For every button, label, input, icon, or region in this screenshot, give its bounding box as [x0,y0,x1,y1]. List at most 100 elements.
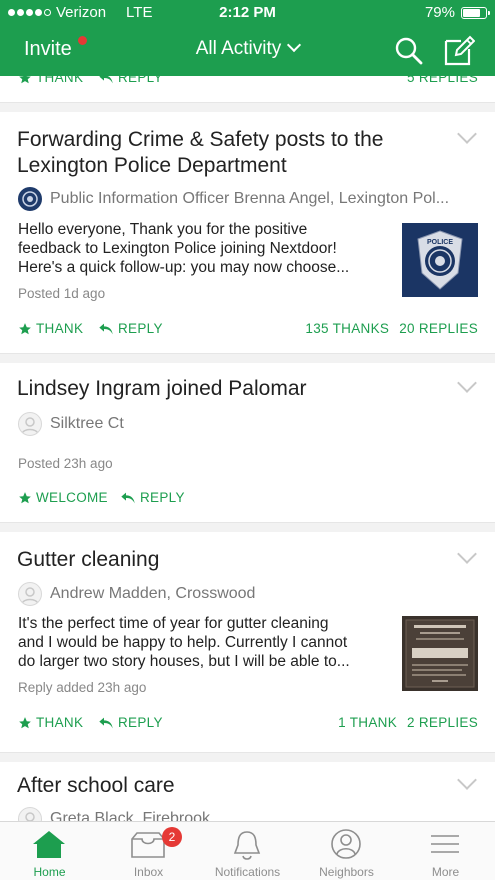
avatar [18,807,42,821]
welcome-label: WELCOME [36,490,108,505]
post-card[interactable]: Gutter cleaning Andrew Madden, Crosswood… [0,534,495,744]
reply-label: REPLY [118,321,163,336]
default-avatar-icon [21,587,39,605]
battery-info: 79% [424,4,490,21]
menu-icon [431,835,459,853]
post-options-chevron-icon[interactable] [457,544,477,564]
tab-notifications[interactable]: Notifications [198,822,297,880]
feed-filter-label: All Activity [195,38,282,59]
post-divider [0,752,495,762]
tab-neighbors[interactable]: Neighbors [297,822,396,880]
search-icon[interactable] [394,36,424,66]
post-title[interactable]: Lindsey Ingram joined Palomar [17,376,437,402]
home-icon [33,831,65,858]
post-card[interactable]: Forwarding Crime & Safety posts to the L… [0,113,495,345]
post-counts: 5 REPLIES [407,76,478,85]
tab-more[interactable]: More [396,822,495,880]
replies-count[interactable]: 20 REPLIES [399,321,478,336]
tab-home[interactable]: Home [0,822,99,880]
replies-count[interactable]: 2 REPLIES [407,715,478,730]
tab-label: Notifications [214,865,281,879]
post-author[interactable]: Public Information Officer Brenna Angel,… [18,187,483,211]
neighbors-icon [331,829,361,859]
default-avatar-icon [25,812,35,821]
tab-label: Inbox [133,865,164,879]
reply-icon [99,323,113,334]
thank-button[interactable]: THANK [18,715,83,730]
reply-button[interactable]: REPLY [98,321,163,336]
status-time: 2:12 PM [219,4,276,21]
post-timestamp: Posted 23h ago [18,456,113,471]
thank-label: THANK [36,76,84,85]
tab-label: Neighbors [319,865,374,879]
post-actions: THANK REPLY 5 REPLIES [18,76,478,90]
chevron-down-icon [287,37,302,53]
post-title[interactable]: After school care [17,773,437,799]
default-avatar-icon [21,417,39,435]
post-options-chevron-icon[interactable] [457,373,477,393]
bottom-tab-bar: Home 2 Inbox Notifications Neighbors Mor… [0,821,495,880]
reply-icon [99,717,113,728]
police-badge-icon [22,191,38,207]
battery-icon [461,6,490,19]
post-image-police-badge[interactable]: POLICE [402,223,478,297]
post-timestamp: Reply added 23h ago [18,680,147,695]
bell-icon [233,831,261,860]
tab-inbox[interactable]: 2 Inbox [99,822,198,880]
tab-label: More [431,865,460,879]
star-icon [19,491,31,503]
battery-percent: 79% [424,4,455,21]
reply-label: REPLY [118,76,163,85]
post-image-flyer[interactable] [402,616,478,691]
post-counts: 1 THANK 2 REPLIES [338,715,478,730]
post-body[interactable]: It's the perfect time of year for gutter… [18,614,393,671]
thank-label: THANK [36,321,84,336]
post-title[interactable]: Gutter cleaning [17,547,437,573]
status-bar: Verizon LTE 2:12 PM 79% [0,0,495,26]
avatar [18,412,42,436]
reply-button[interactable]: REPLY [98,715,163,730]
reply-label: REPLY [118,715,163,730]
post-timestamp: Posted 1d ago [18,286,106,301]
app-header: Verizon LTE 2:12 PM 79% Invite All Activ… [0,0,495,76]
welcome-button[interactable]: WELCOME [18,490,108,505]
post-counts: 135 THANKS 20 REPLIES [305,321,478,336]
post-card[interactable]: After school care Greta Black, Firebrook [0,763,495,821]
post-options-chevron-icon[interactable] [457,770,477,790]
thank-label: THANK [36,715,84,730]
post-actions: THANK REPLY 135 THANKS 20 REPLIES [18,321,478,341]
star-icon [19,322,31,334]
thanks-count[interactable]: 1 THANK [338,715,397,730]
post-body[interactable]: Hello everyone, Thank you for the positi… [18,220,393,277]
post-divider [0,353,495,363]
post-actions: THANK REPLY 1 THANK 2 REPLIES [18,715,478,735]
previous-post: THANK REPLY 5 REPLIES [0,76,495,102]
thank-button[interactable]: THANK [18,321,83,336]
replies-count[interactable]: 5 REPLIES [407,76,478,85]
inbox-unread-badge: 2 [162,827,182,847]
activity-feed[interactable]: THANK REPLY 5 REPLIES Forwarding Crime &… [0,76,495,821]
police-badge-text: POLICE [427,239,453,246]
thanks-count[interactable]: 135 THANKS [305,321,389,336]
reply-icon [99,76,113,83]
reply-button[interactable]: REPLY [120,490,185,505]
reply-label: REPLY [140,490,185,505]
compose-icon[interactable] [443,35,475,67]
post-author[interactable]: Silktree Ct [18,412,483,436]
tab-label: Home [33,865,66,879]
post-options-chevron-icon[interactable] [457,124,477,144]
star-icon [19,716,31,728]
post-author[interactable]: Greta Black, Firebrook [18,807,483,821]
post-actions: WELCOME REPLY [18,490,478,510]
avatar [18,187,42,211]
post-author[interactable]: Andrew Madden, Crosswood [18,582,483,606]
post-divider [0,102,495,112]
reply-button[interactable]: REPLY [98,76,163,85]
post-divider [0,522,495,532]
nav-bar: Invite All Activity [0,30,495,70]
reply-icon [121,492,135,503]
post-card[interactable]: Lindsey Ingram joined Palomar Silktree C… [0,364,495,514]
post-title[interactable]: Forwarding Crime & Safety posts to the L… [17,127,437,179]
inbox-icon [131,832,165,858]
thank-button[interactable]: THANK [18,76,83,85]
